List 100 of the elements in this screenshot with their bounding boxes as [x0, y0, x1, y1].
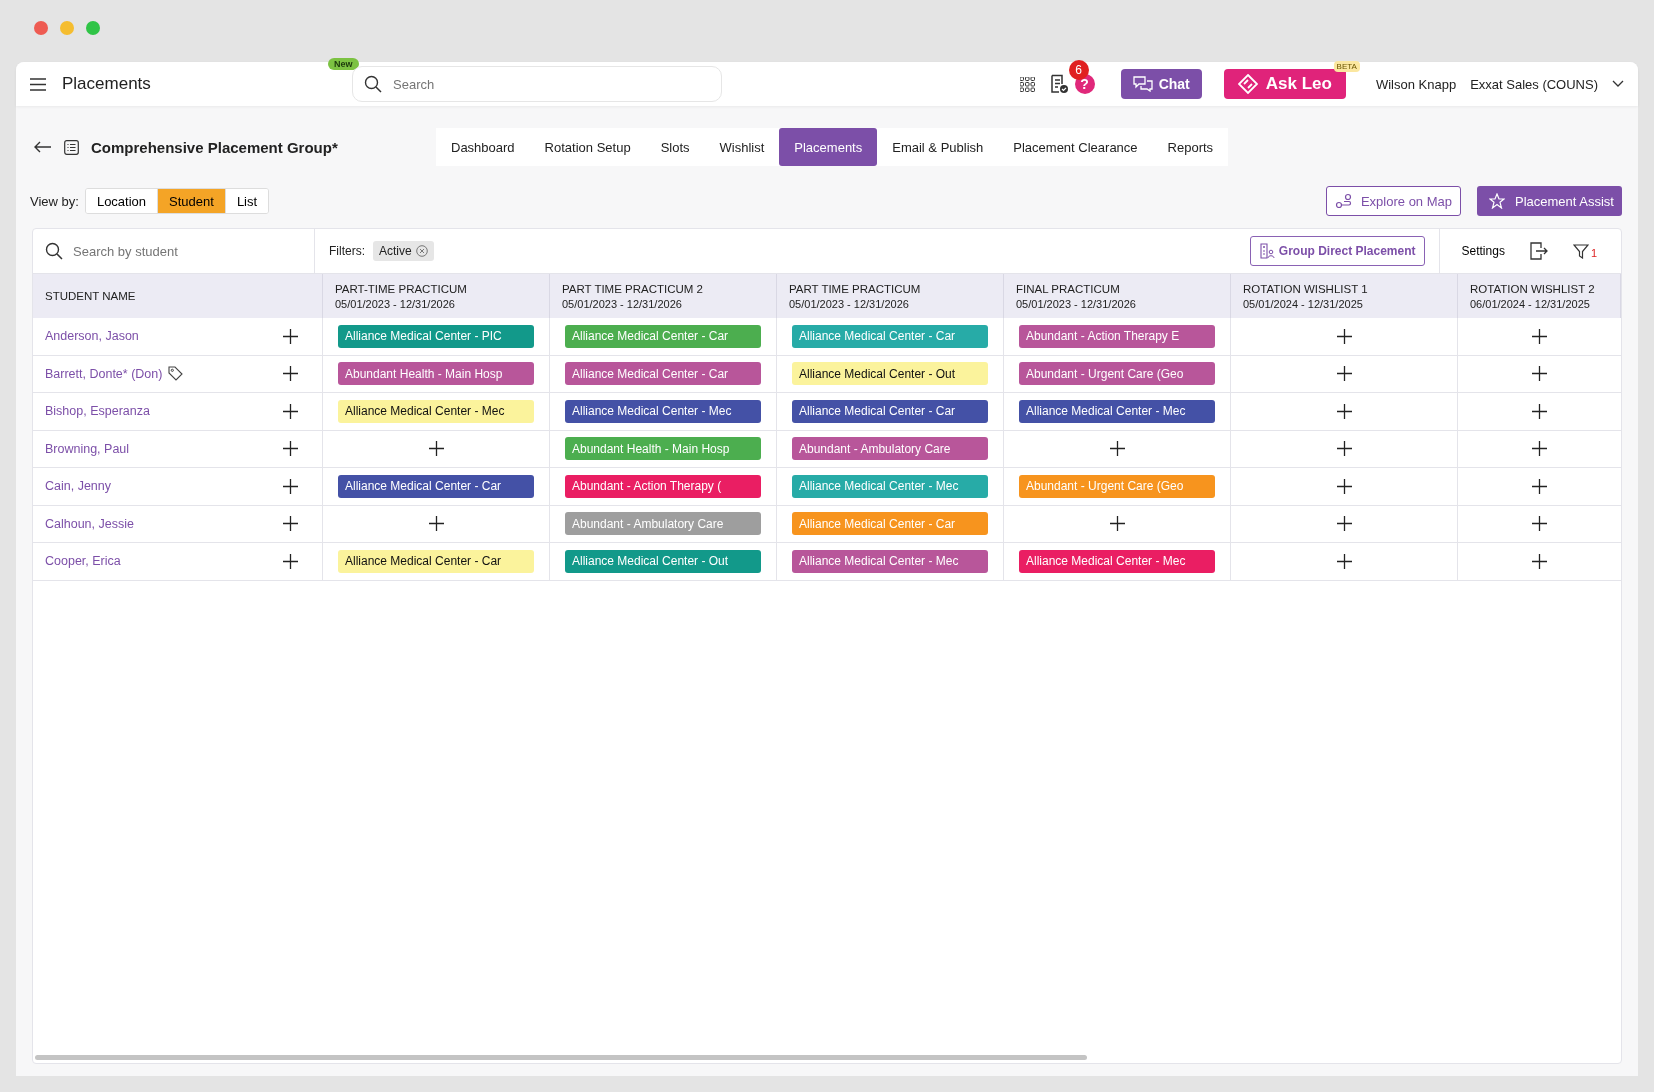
filter-icon[interactable]	[1572, 243, 1589, 259]
tab[interactable]: Placement Clearance	[998, 128, 1153, 166]
plus-icon[interactable]	[1532, 441, 1547, 457]
student-link[interactable]: Cain, Jenny	[45, 479, 111, 494]
column-title: ROTATION WISHLIST 1	[1243, 282, 1369, 295]
plus-icon[interactable]	[283, 553, 298, 569]
plus-icon[interactable]	[1336, 441, 1352, 457]
apps-grid-icon[interactable]	[1019, 76, 1035, 92]
window-zoom-dot[interactable]	[86, 21, 100, 35]
column-dates: 05/01/2023 - 12/31/2026	[562, 297, 683, 310]
column-dates: 05/01/2023 - 12/31/2026	[335, 297, 456, 310]
document-person-icon	[1258, 243, 1275, 259]
placement-chip[interactable]: Alliance Medical Center - PIC	[338, 324, 534, 348]
column-title: PART-TIME PRACTICUM	[335, 282, 468, 295]
plus-icon[interactable]	[1109, 441, 1125, 457]
placement-chip[interactable]: Alliance Medical Center - Out	[565, 549, 761, 573]
view-option[interactable]: Student	[158, 189, 226, 213]
student-link[interactable]: Anderson, Jason	[45, 329, 139, 344]
plus-icon[interactable]	[1336, 366, 1352, 382]
plus-icon[interactable]	[283, 328, 298, 344]
plus-icon[interactable]	[1336, 403, 1352, 419]
plus-icon[interactable]	[1336, 328, 1352, 344]
plus-icon[interactable]	[428, 516, 444, 532]
placement-chip[interactable]: Abundant Health - Main Hosp	[338, 362, 534, 386]
placement-chip[interactable]: Alliance Medical Center - Mec	[1019, 399, 1215, 423]
view-by-label: View by:	[30, 193, 79, 209]
plus-icon[interactable]	[1532, 478, 1547, 494]
plus-icon[interactable]	[1336, 516, 1352, 532]
tab[interactable]: Email & Publish	[877, 128, 999, 166]
placement-chip[interactable]: Abundant - Ambulatory Care	[792, 437, 988, 461]
explore-map-button[interactable]: Explore on Map	[1325, 186, 1461, 216]
plus-icon[interactable]	[1532, 516, 1547, 532]
leo-logo-icon	[1237, 74, 1258, 94]
placement-chip[interactable]: Alliance Medical Center - Mec	[338, 399, 534, 423]
placement-chip[interactable]: Abundant - Action Therapy E	[1019, 324, 1215, 348]
tab[interactable]: Reports	[1152, 128, 1229, 166]
app-title: Placements	[62, 74, 152, 94]
column-title: PART TIME PRACTICUM	[789, 282, 922, 295]
placement-chip[interactable]: Alliance Medical Center - Mec	[565, 399, 761, 423]
placement-chip[interactable]: Alliance Medical Center - Out	[792, 362, 988, 386]
tab[interactable]: Dashboard	[436, 128, 530, 166]
column-dates: 06/01/2024 - 12/31/2025	[1470, 297, 1591, 310]
plus-icon[interactable]	[1109, 516, 1125, 532]
filter-chip[interactable]: Active	[373, 241, 434, 261]
plus-icon[interactable]	[1532, 366, 1547, 382]
placement-chip[interactable]: Alliance Medical Center - Car	[792, 399, 988, 423]
placement-chip[interactable]: Alliance Medical Center - Car	[565, 362, 761, 386]
ask-leo-button[interactable]: Ask Leo	[1223, 69, 1346, 99]
tab[interactable]: Wishlist	[704, 128, 780, 166]
new-badge: New	[328, 58, 359, 70]
search-field[interactable]: Search	[352, 66, 722, 102]
plus-icon[interactable]	[283, 441, 298, 457]
student-search-field[interactable]: Search by student	[33, 229, 314, 273]
placement-chip[interactable]: Alliance Medical Center - Car	[338, 549, 534, 573]
plus-icon[interactable]	[1532, 328, 1547, 344]
plus-icon[interactable]	[1532, 403, 1547, 419]
tag-icon[interactable]	[168, 366, 184, 382]
student-link[interactable]: Calhoun, Jessie	[45, 516, 134, 531]
chat-button[interactable]: Chat	[1120, 69, 1202, 99]
plus-icon[interactable]	[1336, 553, 1352, 569]
window-minimize-dot[interactable]	[60, 21, 74, 35]
plus-icon[interactable]	[428, 441, 444, 457]
plus-icon[interactable]	[283, 366, 298, 382]
notification-badge: 6	[1068, 60, 1089, 80]
menu-icon[interactable]	[30, 77, 46, 91]
user-name[interactable]: Wilson Knapp	[1375, 76, 1457, 92]
list-icon	[64, 139, 79, 155]
plus-icon[interactable]	[1336, 478, 1352, 494]
student-link[interactable]: Barrett, Donte* (Don)	[45, 366, 163, 381]
tab[interactable]: Placements	[779, 128, 878, 166]
placement-chip[interactable]: Alliance Medical Center - Car	[338, 474, 534, 498]
student-link[interactable]: Cooper, Erica	[45, 554, 121, 569]
plus-icon[interactable]	[1532, 553, 1547, 569]
window-close-dot[interactable]	[34, 21, 48, 35]
export-icon[interactable]	[1528, 242, 1549, 260]
placement-chip[interactable]: Alliance Medical Center - Mec	[792, 549, 988, 573]
group-direct-placement-button[interactable]: Group Direct Placement	[1249, 236, 1425, 266]
view-option[interactable]: Location	[85, 189, 159, 213]
plus-icon[interactable]	[283, 403, 298, 419]
student-link[interactable]: Bishop, Esperanza	[45, 404, 150, 419]
placement-chip[interactable]: Abundant - Urgent Care (Geo	[1019, 362, 1215, 386]
back-arrow-icon[interactable]	[34, 141, 52, 153]
organization-name[interactable]: Exxat Sales (COUNS)	[1470, 76, 1598, 92]
placement-assist-button[interactable]: Placement Assist	[1477, 186, 1622, 216]
placement-chip[interactable]: Alliance Medical Center - Mec	[1019, 549, 1215, 573]
tab[interactable]: Slots	[645, 128, 705, 166]
plus-icon[interactable]	[283, 478, 298, 494]
checklist-icon[interactable]	[1048, 74, 1069, 94]
student-link[interactable]: Browning, Paul	[45, 441, 130, 456]
search-icon	[45, 242, 63, 260]
route-icon	[1334, 193, 1353, 209]
plus-icon[interactable]	[283, 516, 298, 532]
settings-button[interactable]: Settings	[1461, 244, 1505, 258]
placement-chip[interactable]: Abundant - Action Therapy (	[565, 474, 761, 498]
star-icon	[1489, 193, 1505, 209]
column-title: PART TIME PRACTICUM 2	[562, 282, 704, 295]
tab[interactable]: Rotation Setup	[529, 128, 646, 166]
close-icon[interactable]	[415, 245, 428, 257]
chevron-down-icon[interactable]	[1612, 80, 1624, 88]
horizontal-scrollbar[interactable]	[35, 1055, 1087, 1060]
